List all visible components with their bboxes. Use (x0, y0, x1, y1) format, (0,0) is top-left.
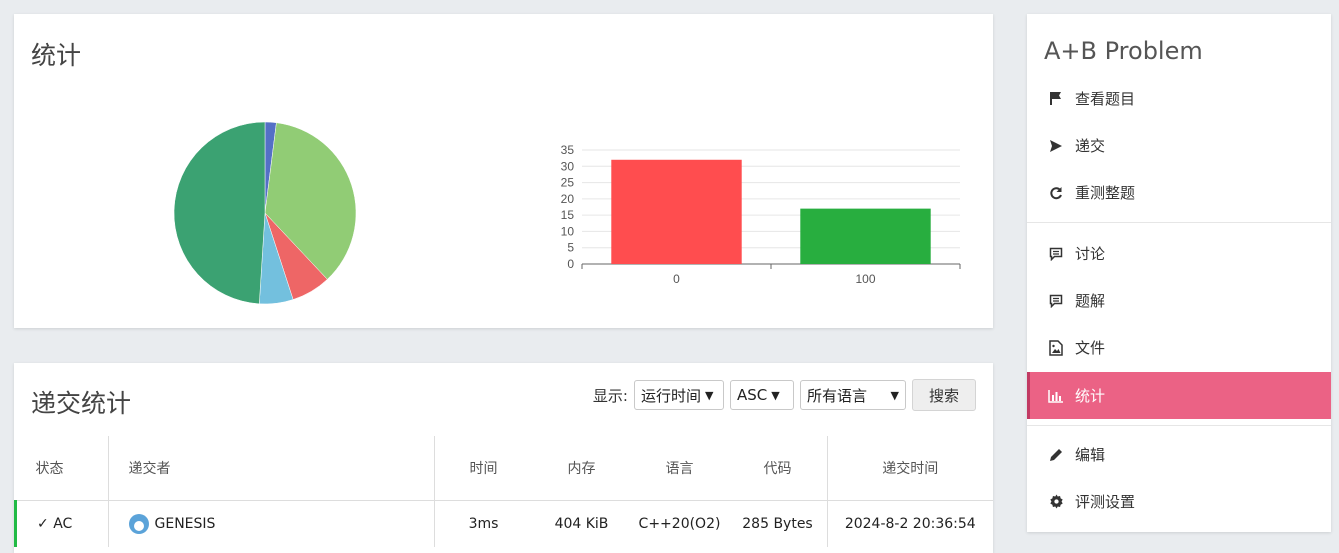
x-tick-label: 0 (673, 272, 680, 286)
sidebar-item-label: 查看题目 (1075, 90, 1136, 108)
sort-order-value: ASC (736, 386, 768, 404)
y-tick-label: 0 (567, 257, 574, 271)
column-header-submit-time: 递交时间 (827, 436, 993, 501)
column-header-code: 代码 (728, 436, 828, 501)
y-tick-label: 25 (561, 176, 575, 190)
table-row[interactable]: ✓ AC GENESIS 3ms 404 KiB C++20(O2) 285 B… (14, 500, 994, 547)
chevron-down-icon: ▼ (771, 388, 780, 402)
sidebar-divider (1027, 425, 1331, 426)
bar (800, 208, 931, 264)
flag-icon (1047, 90, 1065, 108)
bar (611, 159, 742, 264)
language-value: 所有语言 (806, 386, 867, 405)
pie-slice (173, 121, 266, 305)
table-header-row: 状态 递交者 时间 内存 语言 代码 递交时间 (15, 436, 993, 501)
stats-title: 统计 (31, 41, 82, 70)
bar-chart-icon (1047, 387, 1065, 405)
sidebar-item-label: 评测设置 (1075, 493, 1136, 511)
pencil-icon (1047, 446, 1065, 464)
refresh-icon (1047, 184, 1065, 202)
sidebar-item-statistics[interactable]: 统计 (1027, 372, 1331, 419)
y-tick-label: 15 (561, 208, 575, 222)
y-tick-label: 5 (567, 241, 574, 255)
comment-icon (1047, 292, 1065, 310)
send-icon (1047, 137, 1065, 155)
chevron-down-icon: ▼ (890, 388, 899, 402)
user-name[interactable]: GENESIS (155, 516, 216, 532)
sort-field-value: 运行时间 (640, 386, 701, 405)
column-header-user: 递交者 (108, 436, 435, 501)
check-icon: ✓ (37, 516, 49, 532)
sidebar-item-rejudge[interactable]: 重测整题 (1027, 169, 1331, 216)
pie-chart (173, 121, 357, 305)
x-tick-label: 100 (855, 272, 875, 286)
submissions-title: 递交统计 (31, 389, 132, 418)
submissions-table: 状态 递交者 时间 内存 语言 代码 递交时间 ✓ AC GENESIS 3ms… (14, 436, 993, 547)
problem-sidebar: A+B Problem 查看题目 递交 重测整题 讨论 题解 文件 统计 编辑 … (1027, 14, 1331, 532)
filter-label: 显示: (592, 386, 628, 405)
sidebar-item-discussion[interactable]: 讨论 (1027, 230, 1331, 277)
y-tick-label: 30 (561, 159, 575, 173)
language-cell: C++20(O2) (638, 516, 721, 532)
sidebar-item-edit[interactable]: 编辑 (1027, 431, 1331, 478)
sidebar-item-label: 统计 (1075, 387, 1106, 405)
y-tick-label: 35 (561, 143, 575, 157)
sort-order-select[interactable]: ASC ▼ (729, 380, 794, 410)
language-select[interactable]: 所有语言 ▼ (799, 380, 906, 410)
y-tick-label: 20 (561, 192, 575, 206)
sidebar-item-label: 文件 (1075, 339, 1106, 357)
column-header-status: 状态 (15, 436, 109, 501)
avatar (128, 514, 149, 534)
bar-chart: 0 5 10 15 20 25 30 35 0 100 (561, 143, 961, 286)
code-cell[interactable]: 285 Bytes (728, 500, 828, 547)
sidebar-item-solutions[interactable]: 题解 (1027, 277, 1331, 324)
column-header-memory: 内存 (532, 436, 631, 501)
sidebar-item-label: 递交 (1075, 137, 1106, 155)
sidebar-item-label: 编辑 (1075, 446, 1106, 464)
sidebar-item-view-problem[interactable]: 查看题目 (1027, 75, 1331, 122)
sidebar-item-label: 题解 (1075, 292, 1106, 310)
time-cell: 3ms (468, 516, 499, 532)
stats-card: 统计 0 5 10 15 20 25 30 35 0 100 (14, 14, 993, 328)
sidebar-item-label: 重测整题 (1075, 184, 1136, 202)
chevron-down-icon: ▼ (705, 388, 714, 402)
sidebar-divider (1027, 222, 1331, 223)
sidebar-item-files[interactable]: 文件 (1027, 324, 1331, 371)
sidebar-item-judge-settings[interactable]: 评测设置 (1027, 478, 1331, 525)
column-header-time: 时间 (434, 436, 533, 501)
filter-bar: 显示: 运行时间 ▼ ASC ▼ 所有语言 ▼ 搜索 (593, 379, 976, 411)
y-tick-label: 10 (561, 224, 575, 238)
comment-icon (1047, 245, 1065, 263)
status-cell[interactable]: ✓ AC (14, 500, 109, 547)
sidebar-item-label: 讨论 (1075, 245, 1106, 263)
submissions-card: 递交统计 显示: 运行时间 ▼ ASC ▼ 所有语言 ▼ 搜索 状态 递交者 时间 内… (14, 363, 993, 553)
user-cell[interactable]: GENESIS (108, 500, 435, 547)
problem-title: A+B Problem (1044, 37, 1203, 65)
memory-cell: 404 KiB (554, 516, 609, 532)
image-file-icon (1047, 339, 1065, 357)
search-button[interactable]: 搜索 (911, 379, 976, 411)
sort-field-select[interactable]: 运行时间 ▼ (633, 380, 724, 410)
sidebar-item-submit[interactable]: 递交 (1027, 122, 1331, 169)
submit-time-cell: 2024-8-2 20:36:54 (844, 516, 976, 532)
gear-icon (1047, 493, 1065, 511)
status-text: AC (53, 516, 73, 532)
column-header-language: 语言 (630, 436, 729, 501)
